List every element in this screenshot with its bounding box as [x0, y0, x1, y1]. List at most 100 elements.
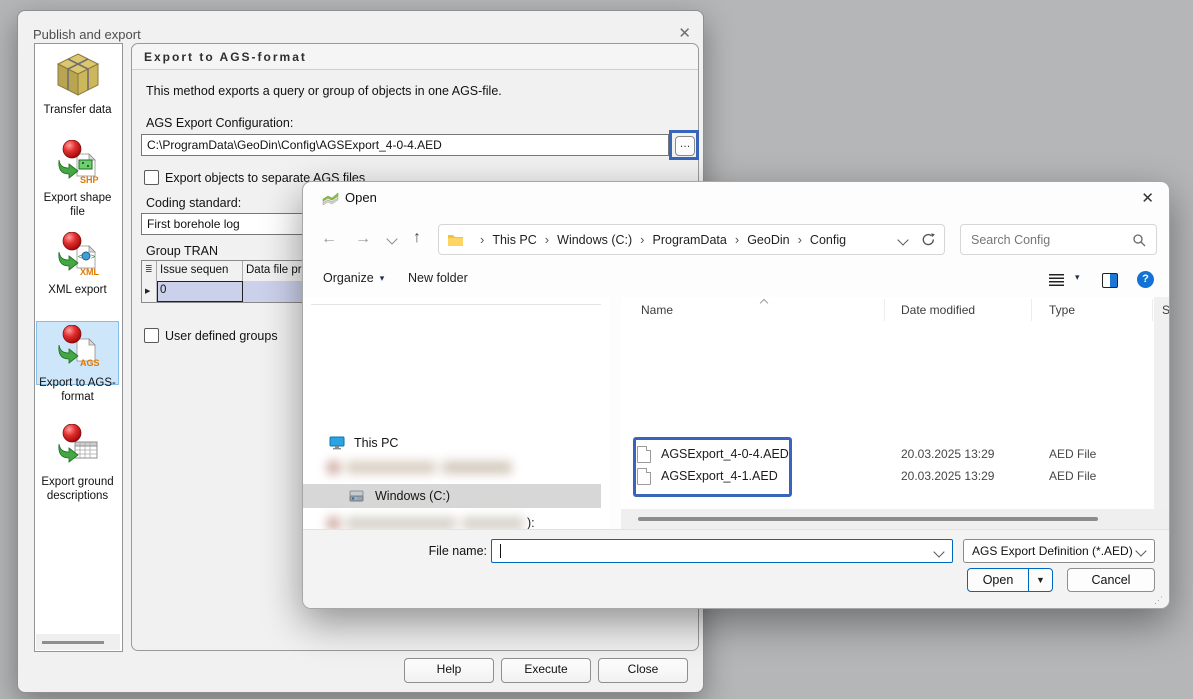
panel-header-title: Export to AGS-format — [144, 50, 307, 64]
breadcrumb-programdata[interactable]: ProgramData — [653, 233, 727, 247]
organize-menu[interactable]: Organize ▾ — [323, 271, 384, 285]
checkbox-user-defined-groups[interactable]: User defined groups — [144, 328, 278, 343]
column-header-date-modified[interactable]: Date modified — [901, 303, 975, 317]
chevron-down-icon: ▾ — [1075, 272, 1080, 283]
drive-icon — [349, 490, 366, 503]
refresh-icon[interactable] — [921, 232, 936, 247]
breadcrumb-config[interactable]: Config — [810, 233, 846, 247]
horizontal-scrollbar-thumb[interactable] — [638, 517, 1098, 521]
back-icon[interactable]: ← — [321, 230, 337, 248]
grid-corner-icon: ≣ — [142, 261, 157, 281]
resize-grip[interactable]: ⋰ — [1154, 595, 1164, 606]
grid-col-issue-sequence[interactable]: Issue sequen — [157, 261, 243, 281]
address-dropdown-chevron-icon[interactable] — [897, 234, 908, 245]
text-caret — [500, 544, 501, 558]
annotation-box-files — [633, 437, 792, 497]
sidebar-horizontal-scrollbar[interactable] — [36, 634, 120, 650]
open-dialog-title: Open — [345, 190, 377, 205]
file-list-pane: Name Date modified Type S AGSExport_4-0-… — [621, 297, 1169, 529]
svg-text:AGS: AGS — [80, 358, 100, 368]
nav-item-this-pc[interactable]: This PC — [329, 436, 398, 450]
sort-ascending-icon — [760, 299, 768, 307]
view-mode-dropdown[interactable]: ▾ — [1075, 272, 1080, 283]
cancel-button[interactable]: Cancel — [1067, 568, 1155, 592]
search-icon — [1132, 233, 1146, 247]
file-name-label: File name: — [387, 544, 487, 558]
open-file-dialog: Open ✕ ← → ↑ › This PC › Windows (C:) › … — [302, 181, 1170, 609]
folder-icon — [447, 233, 464, 247]
this-pc-icon — [329, 436, 345, 450]
sidebar-scrollbar-thumb[interactable] — [42, 641, 104, 644]
breadcrumb[interactable]: › This PC › Windows (C:) › ProgramData ›… — [438, 224, 945, 255]
file-name-input[interactable] — [491, 539, 953, 563]
breadcrumb-this-pc[interactable]: This PC — [492, 233, 536, 247]
file-type-chevron-icon — [1135, 545, 1146, 556]
export-xml-icon: < > XML — [55, 232, 101, 278]
browse-button[interactable]: … — [675, 136, 695, 156]
column-header-size[interactable]: S — [1162, 303, 1169, 317]
package-cube-icon — [54, 50, 102, 98]
column-separator — [884, 299, 885, 321]
breadcrumb-geodin[interactable]: GeoDin — [747, 233, 789, 247]
pane-separator — [311, 304, 601, 305]
column-separator — [1152, 299, 1153, 321]
nav-item-windows-c[interactable]: Windows (C:) — [303, 484, 601, 508]
checkbox-box[interactable] — [144, 170, 159, 185]
list-view-icon — [1049, 274, 1064, 286]
preview-pane-icon — [1102, 273, 1118, 288]
help-button[interactable]: Help — [404, 658, 494, 683]
execute-button[interactable]: Execute — [501, 658, 591, 683]
file-list-horizontal-scrollbar[interactable] — [621, 509, 1169, 529]
preview-pane-button[interactable] — [1102, 273, 1118, 288]
panel-description: This method exports a query or group of … — [146, 84, 502, 98]
sidebar-item-export-ags[interactable]: AGS Export to AGS-format — [36, 325, 119, 404]
view-mode-button[interactable] — [1049, 274, 1064, 286]
forward-icon[interactable]: → — [355, 230, 371, 248]
up-icon[interactable]: ↑ — [413, 229, 421, 247]
breadcrumb-windows-c[interactable]: Windows (C:) — [557, 233, 632, 247]
new-folder-button[interactable]: New folder — [408, 271, 468, 285]
geodin-logo-icon — [321, 190, 340, 206]
recent-locations-chevron-icon[interactable] — [386, 233, 397, 244]
column-header-type[interactable]: Type — [1049, 303, 1075, 317]
sidebar-item-export-ground-descriptions[interactable]: Export ground descriptions — [36, 424, 119, 503]
open-dialog-footer: File name: AGS Export Definition (*.AED)… — [303, 529, 1169, 609]
config-path-input[interactable]: C:\ProgramData\GeoDin\Config\AGSExport_4… — [141, 134, 669, 156]
open-button[interactable]: Open ▼ — [967, 568, 1053, 592]
sidebar-item-export-shape-file[interactable]: SHP Export shape file — [36, 140, 119, 219]
redacted-nav-item — [327, 517, 524, 529]
annotation-box-browse: … — [669, 130, 699, 160]
svg-text:SHP: SHP — [80, 175, 99, 185]
help-button-open-dialog[interactable]: ? — [1137, 271, 1154, 288]
export-grid-icon — [55, 424, 101, 470]
help-icon: ? — [1137, 271, 1154, 288]
export-methods-sidebar: Transfer data SHP Export shape file < > — [34, 43, 123, 652]
checkbox-box[interactable] — [144, 328, 159, 343]
row-marker-icon: ▶ — [142, 281, 157, 302]
sidebar-item-transfer-data[interactable]: Transfer data — [36, 50, 119, 117]
close-icon[interactable]: ✕ — [1141, 189, 1154, 207]
svg-text:>: > — [91, 254, 95, 261]
file-type-select[interactable]: AGS Export Definition (*.AED) — [963, 539, 1155, 563]
column-separator — [1031, 299, 1032, 321]
coding-standard-label: Coding standard: — [146, 196, 241, 210]
file-list-vertical-scrollbar[interactable] — [1154, 297, 1169, 529]
open-split-arrow-icon[interactable]: ▼ — [1029, 569, 1052, 591]
export-shp-icon: SHP — [55, 140, 101, 186]
column-header-name[interactable]: Name — [641, 303, 673, 317]
close-icon[interactable]: ✕ — [678, 24, 691, 42]
panel-header: Export to AGS-format — [132, 44, 698, 70]
navigation-pane: This PC Windows (C:) ): — [303, 297, 609, 529]
svg-text:<: < — [78, 254, 82, 261]
export-ags-icon: AGS — [55, 325, 101, 371]
publish-dialog-title: Publish and export — [33, 27, 141, 42]
close-button[interactable]: Close — [598, 658, 688, 683]
sidebar-item-xml-export[interactable]: < > XML XML export — [36, 232, 119, 297]
search-placeholder: Search Config — [971, 233, 1050, 247]
group-tran-label: Group TRAN — [146, 244, 218, 258]
config-label: AGS Export Configuration: — [146, 116, 293, 130]
organize-dropdown-icon: ▾ — [380, 273, 385, 284]
grid-cell-issue-sequence[interactable]: 0 — [157, 281, 243, 302]
search-input[interactable]: Search Config — [960, 224, 1157, 255]
file-name-dropdown-chevron-icon[interactable] — [933, 546, 944, 557]
